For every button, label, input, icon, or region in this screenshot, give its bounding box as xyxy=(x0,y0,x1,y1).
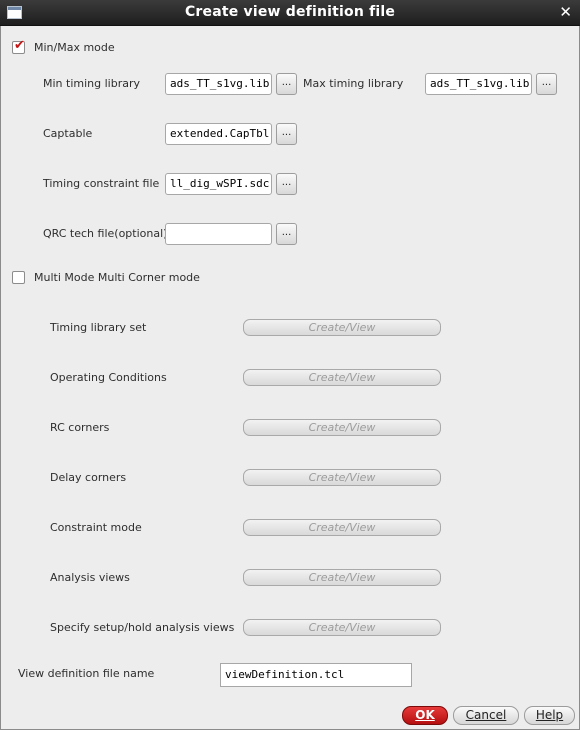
help-button[interactable]: Help xyxy=(524,706,575,725)
cancel-button-label: Cancel xyxy=(465,708,507,722)
setup-hold-views-button[interactable]: Create/View xyxy=(243,619,441,636)
timing-constraint-label: Timing constraint file xyxy=(43,177,160,190)
timing-library-set-label: Timing library set xyxy=(50,321,147,334)
timing-constraint-browse-button[interactable]: ... xyxy=(276,173,297,195)
mmmc-mode-checkbox[interactable] xyxy=(12,271,25,284)
constraint-mode-button[interactable]: Create/View xyxy=(243,519,441,536)
operating-conditions-label: Operating Conditions xyxy=(50,371,167,384)
analysis-views-label: Analysis views xyxy=(50,571,130,584)
qrc-tech-file-label: QRC tech file(optional) xyxy=(43,227,168,240)
mmmc-mode-label: Multi Mode Multi Corner mode xyxy=(34,271,200,284)
help-button-label: Help xyxy=(535,708,564,722)
check-icon: ✔ xyxy=(14,38,25,53)
max-timing-library-input[interactable]: ads_TT_s1vg.lib xyxy=(425,73,532,95)
min-timing-library-label: Min timing library xyxy=(43,77,140,90)
delay-corners-button[interactable]: Create/View xyxy=(243,469,441,486)
timing-library-set-button[interactable]: Create/View xyxy=(243,319,441,336)
delay-corners-label: Delay corners xyxy=(50,471,127,484)
qrc-tech-file-browse-button[interactable]: ... xyxy=(276,223,297,245)
analysis-views-button[interactable]: Create/View xyxy=(243,569,441,586)
max-timing-library-label: Max timing library xyxy=(303,77,404,90)
max-timing-library-browse-button[interactable]: ... xyxy=(536,73,557,95)
ok-button[interactable]: OK xyxy=(402,706,448,725)
operating-conditions-button[interactable]: Create/View xyxy=(243,369,441,386)
view-definition-file-input[interactable]: viewDefinition.tcl xyxy=(220,663,412,687)
min-timing-library-browse-button[interactable]: ... xyxy=(276,73,297,95)
captable-browse-button[interactable]: ... xyxy=(276,123,297,145)
title-bar: Create view definition file ✕ xyxy=(0,0,580,26)
view-definition-file-label: View definition file name xyxy=(18,667,155,680)
minmax-mode-checkbox[interactable]: ✔ xyxy=(12,38,25,54)
setup-hold-views-label: Specify setup/hold analysis views xyxy=(50,621,235,634)
captable-label: Captable xyxy=(43,127,93,140)
window-title: Create view definition file xyxy=(184,4,396,20)
qrc-tech-file-input[interactable] xyxy=(165,223,272,245)
close-icon[interactable]: ✕ xyxy=(559,3,572,21)
rc-corners-label: RC corners xyxy=(50,421,110,434)
rc-corners-button[interactable]: Create/View xyxy=(243,419,441,436)
minmax-mode-label: Min/Max mode xyxy=(34,41,115,54)
cancel-button[interactable]: Cancel xyxy=(453,706,519,725)
captable-input[interactable]: extended.CapTbl xyxy=(165,123,272,145)
timing-constraint-input[interactable]: ll_dig_wSPI.sdc xyxy=(165,173,272,195)
ok-button-label: OK xyxy=(415,708,435,722)
constraint-mode-label: Constraint mode xyxy=(50,521,142,534)
min-timing-library-input[interactable]: ads_TT_s1vg.lib xyxy=(165,73,272,95)
